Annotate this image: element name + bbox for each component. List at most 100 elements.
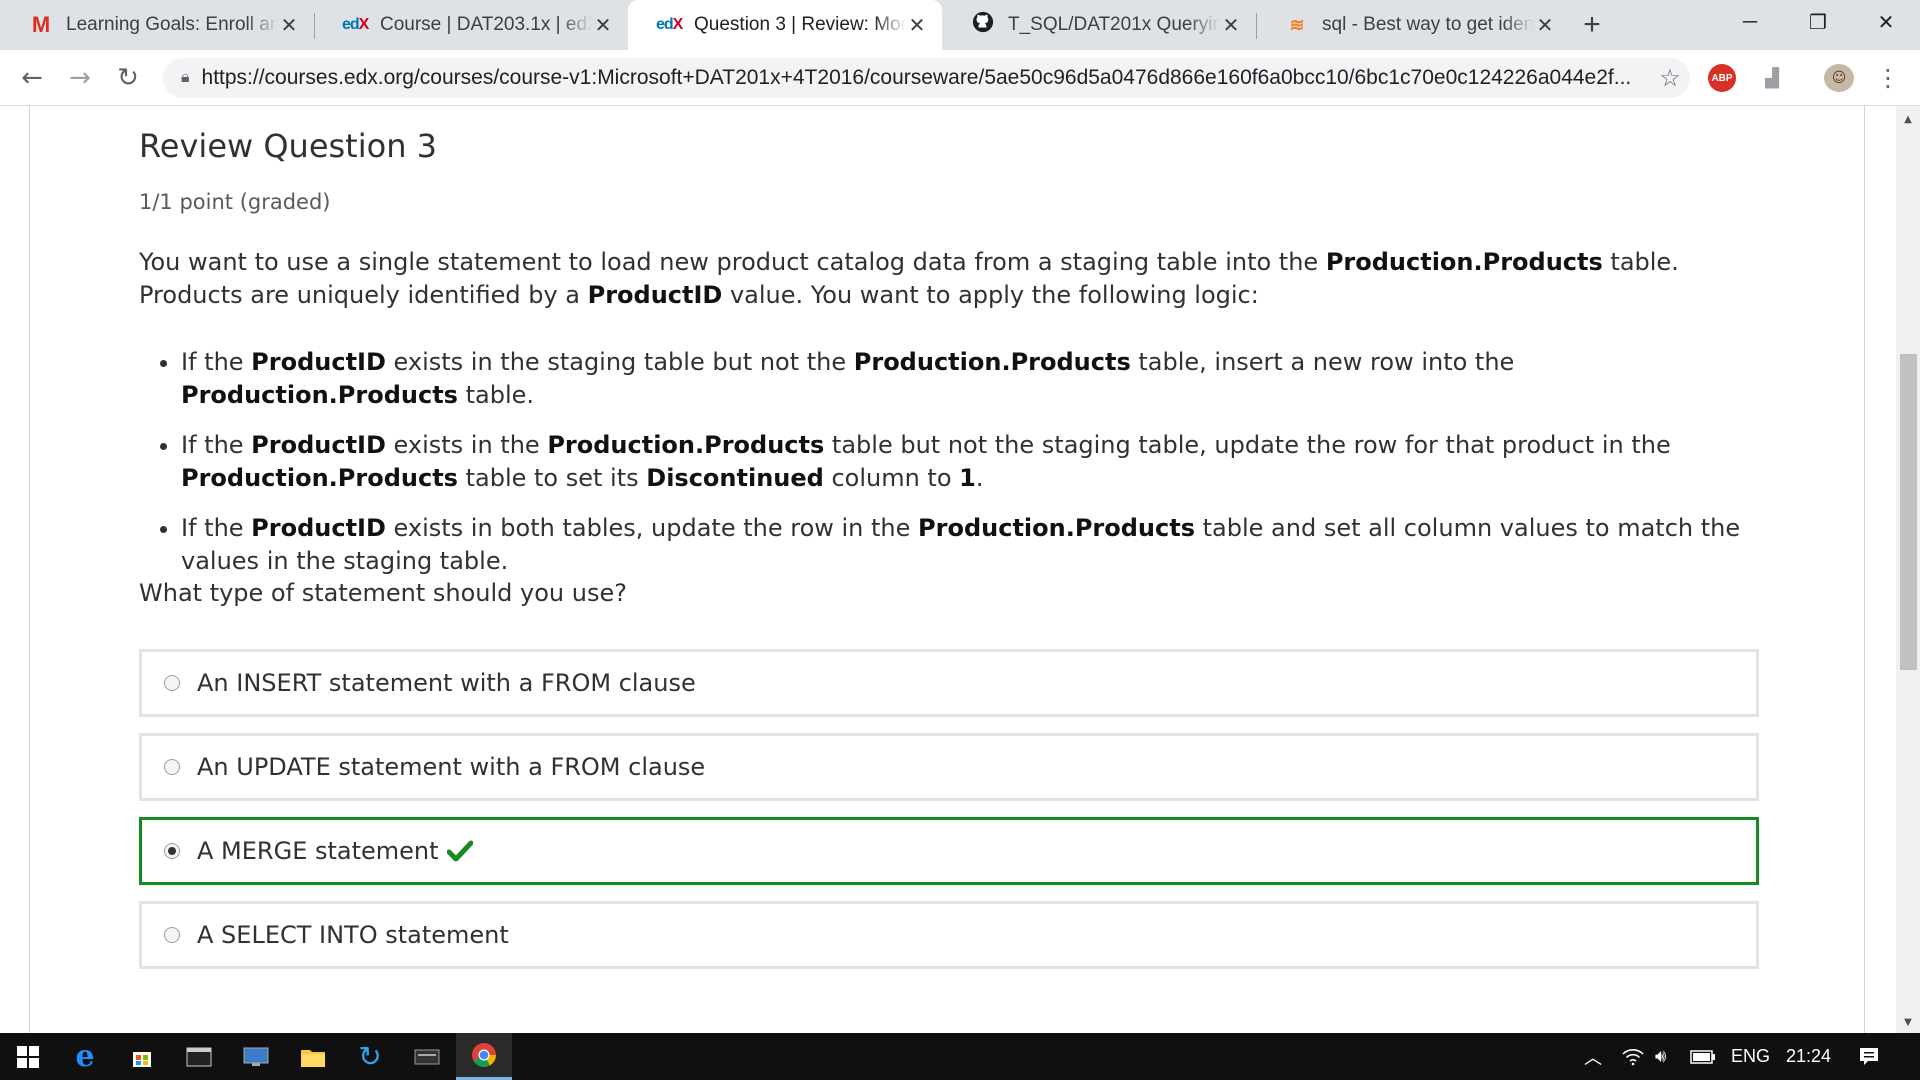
edx-icon: edX: [656, 16, 683, 33]
edge-browser-icon[interactable]: e: [57, 1033, 113, 1080]
window-controls: ─ ❐ ✕: [1716, 0, 1920, 44]
remote-desktop-icon[interactable]: [228, 1033, 284, 1080]
radio-button-selected[interactable]: [164, 843, 180, 859]
adblock-icon[interactable]: ABP: [1708, 64, 1736, 92]
radio-button[interactable]: [164, 927, 180, 943]
text-run: exists in the staging table but not the: [385, 348, 854, 376]
browser-toolbar: ← → ↻ 🔒︎ https://courses.edx.org/courses…: [0, 50, 1920, 106]
tab-edx-question[interactable]: edX Question 3 | Review: Modify ✕: [628, 0, 942, 50]
wifi-icon[interactable]: [1622, 1033, 1644, 1080]
sql-management-icon[interactable]: [399, 1033, 455, 1080]
option-label[interactable]: A SELECT INTO statement: [197, 921, 509, 949]
forward-arrow-icon[interactable]: →: [62, 60, 98, 96]
page-viewport: Review Question 3 1/1 point (graded) You…: [0, 106, 1920, 1033]
bold-term: ProductID: [251, 514, 386, 542]
bold-term: Production.Products: [918, 514, 1195, 542]
answer-option-insert[interactable]: An INSERT statement with a FROM clause: [139, 649, 1759, 717]
close-icon[interactable]: ✕: [278, 13, 300, 38]
close-icon[interactable]: ✕: [1534, 13, 1556, 38]
bold-term: Production.Products: [181, 464, 458, 492]
new-tab-button[interactable]: +: [1570, 0, 1614, 50]
question-title: Review Question 3: [139, 127, 437, 165]
radio-button[interactable]: [164, 759, 180, 775]
tab-stackoverflow[interactable]: ≋ sql - Best way to get identit ✕: [1256, 0, 1570, 50]
content-divider: [29, 106, 30, 1033]
file-explorer-icon[interactable]: [285, 1033, 341, 1080]
scroll-down-arrow-icon[interactable]: ▼: [1896, 1013, 1920, 1033]
profile-avatar[interactable]: ☺: [1824, 64, 1854, 92]
option-label[interactable]: An UPDATE statement with a FROM clause: [197, 753, 705, 781]
bold-term: ProductID: [587, 281, 723, 309]
store-icon[interactable]: [114, 1033, 170, 1080]
tab-title: T_SQL/DAT201x Querying w: [1008, 14, 1220, 35]
bold-term: Production.Products: [547, 431, 825, 459]
sync-app-icon[interactable]: ↻: [342, 1033, 398, 1080]
tab-gmail[interactable]: M Learning Goals: Enroll and c ✕: [0, 0, 314, 50]
text-run: table, insert a new row into the: [1130, 348, 1515, 376]
option-label[interactable]: An INSERT statement with a FROM clause: [197, 669, 696, 697]
text-run: table.: [457, 381, 535, 409]
tab-github[interactable]: T_SQL/DAT201x Querying w ✕: [942, 0, 1256, 50]
bold-term: Discontinued: [646, 464, 824, 492]
close-icon[interactable]: ✕: [592, 13, 614, 38]
text-run: .: [975, 464, 984, 492]
windows-start-icon[interactable]: [0, 1033, 56, 1080]
tray-chevron-icon[interactable]: ︿: [1584, 1033, 1602, 1080]
content-divider: [1864, 106, 1865, 1033]
logic-item: If the ProductID exists in the Productio…: [181, 429, 1781, 495]
option-label[interactable]: A MERGE statement: [197, 837, 439, 865]
extension-icon[interactable]: ▟: [1758, 64, 1786, 92]
text-run: exists in the: [385, 431, 548, 459]
tab-title: Question 3 | Review: Modify: [694, 14, 906, 35]
chrome-icon[interactable]: [456, 1033, 512, 1080]
answer-option-update[interactable]: An UPDATE statement with a FROM clause: [139, 733, 1759, 801]
tab-title: Course | DAT203.1x | edX: [380, 14, 592, 35]
edx-icon: edX: [342, 16, 369, 33]
question-intro: You want to use a single statement to lo…: [139, 246, 1759, 312]
text-run: exists in both tables, update the row in…: [385, 514, 919, 542]
bold-term: ProductID: [251, 348, 386, 376]
windows-taskbar: e ↻ ︿ 🔊︎ ENG 21:24: [0, 1033, 1920, 1080]
close-icon[interactable]: ✕: [1220, 13, 1242, 38]
close-icon[interactable]: ✕: [906, 13, 928, 38]
text-run: You want to use a single statement to lo…: [139, 248, 1326, 276]
minimize-icon[interactable]: ─: [1716, 0, 1784, 44]
intro-paragraph: You want to use a single statement to lo…: [139, 246, 1759, 312]
back-arrow-icon[interactable]: ←: [14, 60, 50, 96]
tab-title: sql - Best way to get identit: [1322, 14, 1534, 35]
terminal-icon[interactable]: [171, 1033, 227, 1080]
close-window-icon[interactable]: ✕: [1852, 0, 1920, 44]
scroll-up-arrow-icon[interactable]: ▲: [1896, 110, 1920, 130]
radio-button[interactable]: [164, 675, 180, 691]
logic-item: If the ProductID exists in both tables, …: [181, 512, 1781, 578]
reload-icon[interactable]: ↻: [110, 60, 146, 96]
answer-option-merge[interactable]: A MERGE statement: [139, 817, 1759, 885]
tab-strip: M Learning Goals: Enroll and c ✕ edX Cou…: [0, 0, 1920, 50]
language-indicator[interactable]: ENG: [1731, 1033, 1770, 1080]
url-text[interactable]: https://courses.edx.org/courses/course-v…: [202, 66, 1650, 90]
stackoverflow-icon: ≋: [1289, 14, 1305, 35]
text-run: If the: [181, 431, 252, 459]
text-run: If the: [181, 514, 252, 542]
restore-icon[interactable]: ❐: [1784, 0, 1852, 44]
bookmark-star-icon[interactable]: ☆: [1650, 64, 1690, 93]
github-icon: [970, 11, 996, 39]
volume-icon[interactable]: 🔊︎: [1655, 1033, 1666, 1080]
tab-title: Learning Goals: Enroll and c: [66, 14, 278, 35]
tab-edx-course[interactable]: edX Course | DAT203.1x | edX ✕: [314, 0, 628, 50]
text-run: column to: [823, 464, 960, 492]
browser-menu-icon[interactable]: ⋮: [1874, 64, 1902, 92]
question-prompt: What type of statement should you use?: [139, 579, 627, 607]
scroll-thumb[interactable]: [1900, 354, 1917, 670]
text-run: If the: [181, 348, 252, 376]
battery-icon[interactable]: [1690, 1033, 1716, 1080]
gmail-icon: M: [31, 12, 51, 37]
clock[interactable]: 21:24: [1786, 1033, 1831, 1080]
logic-list: If the ProductID exists in the staging t…: [157, 346, 1781, 595]
address-bar[interactable]: 🔒︎ https://courses.edx.org/courses/cours…: [163, 58, 1690, 98]
notifications-icon[interactable]: [1858, 1033, 1880, 1080]
logic-item: If the ProductID exists in the staging t…: [181, 346, 1781, 412]
answer-option-select-into[interactable]: A SELECT INTO statement: [139, 901, 1759, 969]
text-run: value. You want to apply the following l…: [722, 281, 1259, 309]
page-scrollbar[interactable]: ▲ ▼: [1896, 106, 1920, 1033]
